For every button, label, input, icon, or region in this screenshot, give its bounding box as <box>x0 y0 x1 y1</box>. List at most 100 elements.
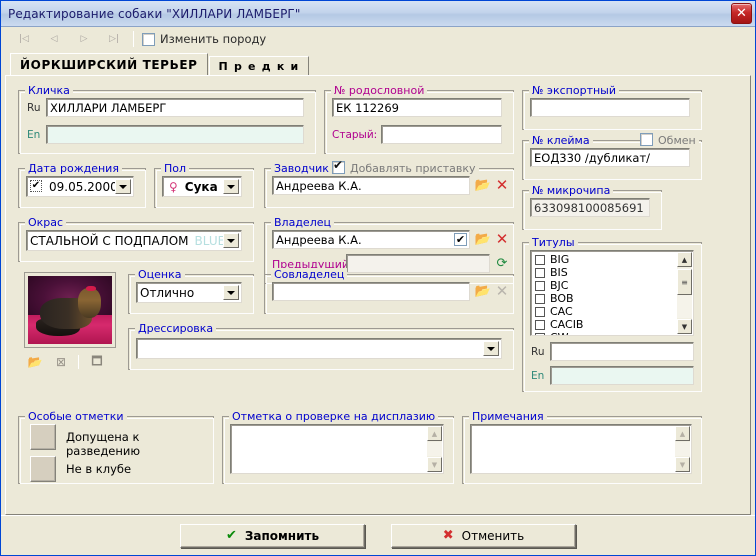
scroll-up-icon[interactable]: ▲ <box>677 252 692 267</box>
co-owner-clear-icon[interactable]: ✕ <box>494 281 510 301</box>
previous-owner-input[interactable] <box>346 254 490 273</box>
birth-date-value: 09.05.2000 <box>49 179 118 194</box>
first-record-button[interactable]: |◁ <box>9 30 39 48</box>
notes-textarea[interactable]: ▲ ▼ <box>470 424 692 474</box>
owner-clear-icon[interactable]: ✕ <box>494 229 510 249</box>
dog-head-shape <box>77 288 102 319</box>
scroll-down-icon[interactable]: ▼ <box>427 457 442 472</box>
owner-inline-checkbox[interactable]: ✔ <box>454 233 467 246</box>
list-item[interactable]: CACIB <box>531 318 693 331</box>
title-label: BOB <box>550 292 574 305</box>
breeder-clear-icon[interactable]: ✕ <box>494 175 510 195</box>
list-item[interactable]: BIS <box>531 266 693 279</box>
tab-breed[interactable]: ЙОРКШИРСКИЙ ТЕРЬЕР <box>10 53 208 75</box>
scroll-up-icon[interactable]: ▲ <box>675 426 690 441</box>
nickname-en-input[interactable] <box>46 125 304 144</box>
tab-ancestors[interactable]: П р е д к и <box>208 56 310 75</box>
notes-scrollbar[interactable]: ▲ ▼ <box>675 426 690 472</box>
dysplasia-scrollbar-track[interactable] <box>427 442 442 456</box>
title-checkbox[interactable] <box>535 293 545 304</box>
birth-date-checkbox[interactable]: ✔ <box>30 180 42 192</box>
photo-window-icon[interactable]: 🗖 <box>88 354 106 370</box>
sex-group: Пол ♀ Сука <box>154 162 254 208</box>
titles-ru-input[interactable] <box>550 342 694 361</box>
brand-number-group: № клейма Обмен ЕОД330 /дубликат/ <box>522 133 702 180</box>
pedigree-old-label: Старый: <box>332 129 378 141</box>
previous-record-button[interactable]: ◁ <box>39 30 69 48</box>
pedigree-number-input[interactable]: ЕК 112269 <box>332 98 502 117</box>
rating-value: Отлично <box>140 285 195 300</box>
last-record-button[interactable]: ▷| <box>99 30 129 48</box>
scroll-up-icon[interactable]: ▲ <box>427 426 442 441</box>
title-checkbox[interactable] <box>535 280 545 291</box>
title-checkbox[interactable] <box>535 319 545 330</box>
co-owner-input[interactable] <box>272 282 470 301</box>
owner-browse-icon[interactable]: 📂 <box>474 230 492 249</box>
brand-number-title: № клейма <box>529 134 593 147</box>
list-item[interactable]: CAC <box>531 305 693 318</box>
list-item[interactable]: BIG <box>531 253 693 266</box>
previous-owner-refresh-icon[interactable]: ⟳ <box>492 253 512 273</box>
breeder-group: Заводчик Добавлять приставку Андреева К.… <box>264 159 514 208</box>
nickname-ru-input[interactable]: ХИЛЛАРИ ЛАМБЕРГ <box>46 98 304 117</box>
titles-scrollbar[interactable]: ▲ ≡ ▼ <box>677 252 692 334</box>
tab-strip: ЙОРКШИРСКИЙ ТЕРЬЕР П р е д к и <box>1 53 755 75</box>
titles-en-input[interactable] <box>550 366 694 385</box>
exchange-checkbox[interactable] <box>640 133 653 146</box>
breeder-browse-icon[interactable]: 📂 <box>474 176 492 195</box>
brand-number-input[interactable]: ЕОД330 /дубликат/ <box>530 148 690 167</box>
sex-combo[interactable]: ♀ Сука <box>162 176 242 197</box>
scroll-down-icon[interactable]: ▼ <box>677 319 692 334</box>
co-owner-browse-icon[interactable]: 📂 <box>474 282 492 301</box>
scroll-down-icon[interactable]: ▼ <box>675 457 690 472</box>
add-prefix-checkbox[interactable] <box>332 159 345 174</box>
rating-dropdown-arrow[interactable] <box>223 285 239 300</box>
list-item[interactable]: BJC <box>531 279 693 292</box>
photo-open-icon[interactable]: 📂 <box>26 354 44 370</box>
save-button-label: Запомнить <box>244 528 320 543</box>
notes-scrollbar-track[interactable] <box>675 442 690 456</box>
birth-date-picker[interactable]: ✔ 09.05.2000 <box>26 176 134 197</box>
title-checkbox[interactable] <box>535 267 545 278</box>
pedigree-title: № родословной <box>331 84 428 97</box>
change-breed-checkbox[interactable]: Изменить породу <box>142 32 266 46</box>
title-checkbox[interactable] <box>535 306 545 317</box>
training-dropdown-arrow[interactable] <box>483 341 499 356</box>
titles-en-label: En <box>531 370 545 382</box>
photo-delete-icon[interactable]: ⊠ <box>52 354 70 370</box>
list-item[interactable]: BOB <box>531 292 693 305</box>
microchip-group: № микрочипа 633098100085691 <box>522 184 662 230</box>
export-number-input[interactable] <box>530 98 690 117</box>
training-combo[interactable] <box>136 338 502 359</box>
color-combo[interactable]: СТАЛЬНОЙ С ПОДПАЛОМ BLUE S <box>26 230 242 251</box>
rating-combo[interactable]: Отлично <box>136 282 242 303</box>
dysplasia-textarea[interactable]: ▲ ▼ <box>230 424 444 474</box>
list-item[interactable]: CW <box>531 331 693 335</box>
breeder-input[interactable]: Андреева К.А. <box>272 176 470 195</box>
nickname-ru-label: Ru <box>27 102 41 114</box>
cancel-button[interactable]: ✖ Отменить <box>391 523 576 548</box>
titles-scrollbar-thumb[interactable]: ≡ <box>677 269 692 295</box>
microchip-input[interactable]: 633098100085691 <box>530 198 650 217</box>
pedigree-old-input[interactable] <box>381 125 502 144</box>
title-checkbox[interactable] <box>535 254 545 265</box>
dysplasia-scrollbar[interactable]: ▲ ▼ <box>427 426 442 472</box>
save-button[interactable]: ✔ Запомнить <box>180 523 365 548</box>
breeding-allowed-button[interactable] <box>30 424 56 450</box>
birth-date-dropdown-arrow[interactable] <box>115 179 131 194</box>
owner-input[interactable]: Андреева К.А. <box>272 230 470 249</box>
color-dropdown-arrow[interactable] <box>223 233 239 248</box>
next-record-button[interactable]: ▷ <box>69 30 99 48</box>
close-button[interactable]: ✕ <box>731 3 752 24</box>
title-label: CW <box>550 331 569 335</box>
nav-first-icon: |◁ <box>19 34 29 44</box>
sex-dropdown-arrow[interactable] <box>223 179 239 194</box>
titles-title: Титулы <box>529 236 578 249</box>
photo-tools-separator <box>78 355 79 369</box>
special-marks-body: Допущена к разведению Не в клубе <box>18 416 214 484</box>
titles-listbox[interactable]: BIG BIS BJC BOB CAC CACIB CW R.CAC R.CAC… <box>530 250 694 336</box>
title-checkbox[interactable] <box>535 332 545 335</box>
not-in-club-button[interactable] <box>30 456 56 482</box>
dog-photo-frame[interactable] <box>24 272 116 348</box>
breeder-title: Заводчик <box>271 162 332 175</box>
